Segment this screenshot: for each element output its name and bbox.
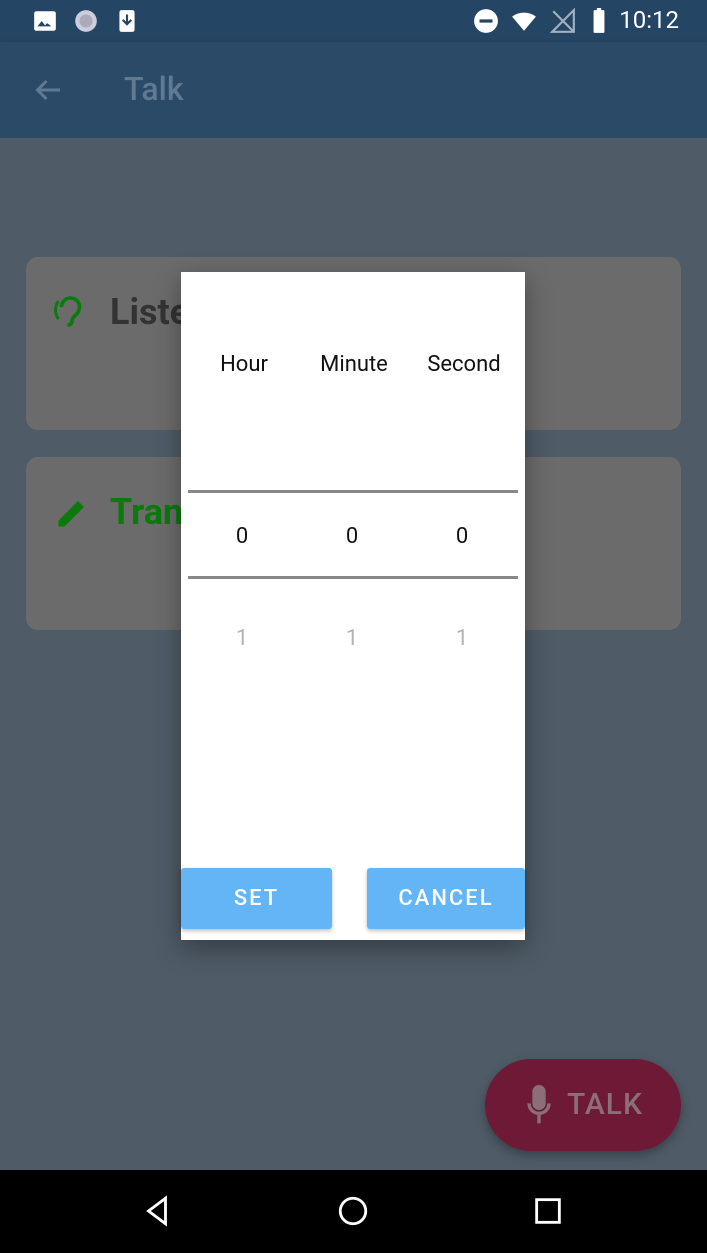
status-bar: 10:12 bbox=[0, 0, 707, 42]
second-wheel-next[interactable]: 1 bbox=[407, 626, 517, 651]
battery-icon bbox=[593, 8, 605, 33]
minute-header: Minute bbox=[320, 352, 388, 377]
do-not-disturb-icon bbox=[474, 9, 498, 33]
second-header: Second bbox=[427, 352, 501, 377]
app-bar: Talk bbox=[0, 42, 707, 138]
cancel-button[interactable]: CANCEL bbox=[367, 868, 525, 929]
hour-header: Hour bbox=[220, 352, 268, 377]
home-circle-icon[interactable] bbox=[336, 1194, 370, 1228]
image-icon bbox=[34, 11, 56, 31]
download-icon bbox=[119, 10, 135, 32]
talk-button[interactable]: TALK bbox=[485, 1059, 681, 1151]
no-signal-icon bbox=[550, 8, 575, 33]
talk-button-label: TALK bbox=[567, 1087, 643, 1122]
navigation-bar bbox=[0, 1170, 707, 1253]
back-triangle-icon[interactable] bbox=[140, 1194, 174, 1228]
recents-square-icon[interactable] bbox=[531, 1194, 565, 1228]
sync-icon bbox=[75, 10, 97, 32]
mic-icon bbox=[527, 1085, 551, 1124]
wifi-icon bbox=[512, 12, 536, 31]
page-title: Talk bbox=[124, 70, 184, 108]
minute-wheel-selected[interactable]: 0 bbox=[297, 524, 407, 549]
minute-wheel-next[interactable]: 1 bbox=[297, 626, 407, 651]
second-wheel-selected[interactable]: 0 bbox=[407, 524, 517, 549]
picker-bottom-divider bbox=[188, 576, 518, 579]
time-picker-dialog: Hour Minute Second 0 0 0 1 1 1 SET CANCE… bbox=[181, 272, 525, 940]
hour-wheel-selected[interactable]: 0 bbox=[187, 524, 297, 549]
transcribe-card-title: Tran bbox=[110, 491, 184, 533]
set-button[interactable]: SET bbox=[181, 868, 332, 929]
picker-top-divider bbox=[188, 490, 518, 493]
hearing-icon bbox=[54, 296, 82, 327]
edit-pencil-icon bbox=[58, 501, 84, 527]
hour-wheel-next[interactable]: 1 bbox=[187, 626, 297, 651]
status-time: 10:12 bbox=[619, 6, 679, 34]
arrow-back-icon[interactable] bbox=[30, 72, 66, 108]
listen-card-title: Liste bbox=[110, 291, 190, 333]
